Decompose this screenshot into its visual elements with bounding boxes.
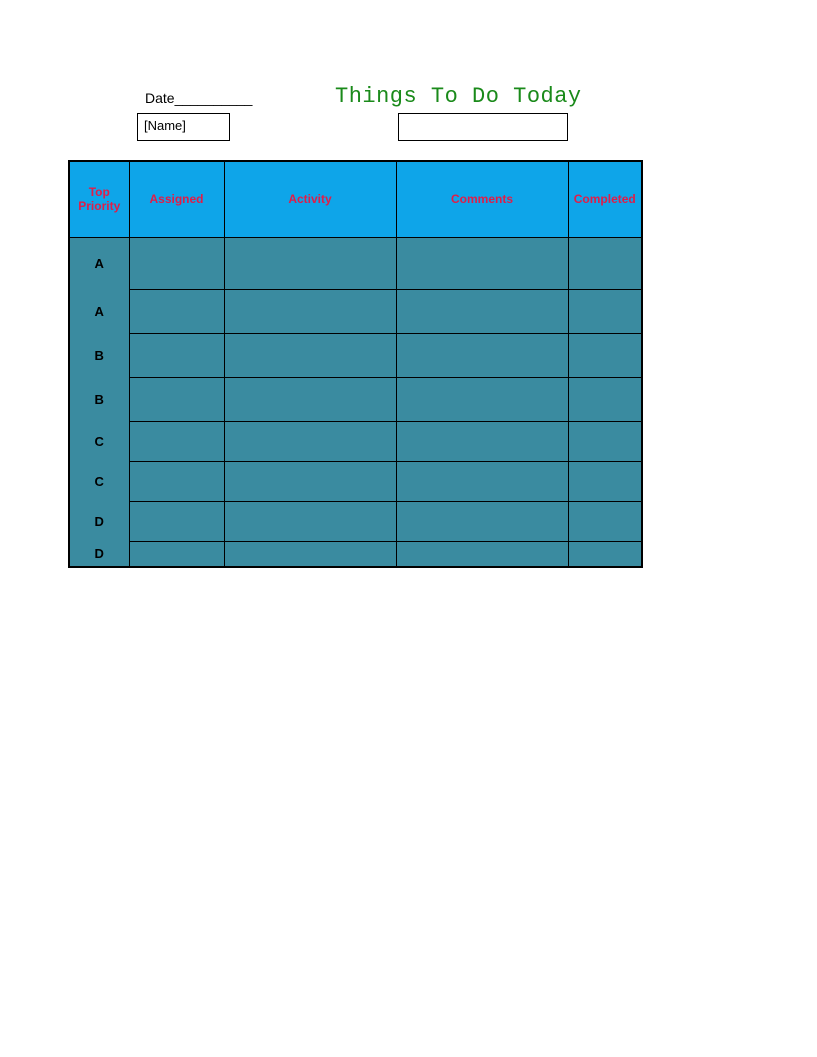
- assigned-cell[interactable]: [129, 461, 224, 501]
- activity-cell[interactable]: [224, 421, 396, 461]
- comments-cell[interactable]: [396, 421, 568, 461]
- assigned-cell[interactable]: [129, 541, 224, 567]
- empty-field[interactable]: [398, 113, 568, 141]
- assigned-cell[interactable]: [129, 237, 224, 289]
- priority-cell: D: [69, 501, 129, 541]
- activity-cell[interactable]: [224, 377, 396, 421]
- table-row: C: [69, 461, 642, 501]
- activity-cell[interactable]: [224, 333, 396, 377]
- assigned-cell[interactable]: [129, 501, 224, 541]
- priority-cell: B: [69, 333, 129, 377]
- assigned-cell[interactable]: [129, 421, 224, 461]
- col-header-completed: Completed: [568, 161, 642, 237]
- activity-cell[interactable]: [224, 289, 396, 333]
- priority-cell: B: [69, 377, 129, 421]
- col-header-activity: Activity: [224, 161, 396, 237]
- completed-cell[interactable]: [568, 421, 642, 461]
- table-row: A: [69, 237, 642, 289]
- table-row: D: [69, 501, 642, 541]
- priority-cell: D: [69, 541, 129, 567]
- activity-cell[interactable]: [224, 237, 396, 289]
- comments-cell[interactable]: [396, 541, 568, 567]
- todo-table: Top Priority Assigned Activity Comments …: [68, 160, 643, 568]
- table-header-row: Top Priority Assigned Activity Comments …: [69, 161, 642, 237]
- comments-cell[interactable]: [396, 289, 568, 333]
- completed-cell[interactable]: [568, 333, 642, 377]
- page-title: Things To Do Today: [335, 84, 582, 109]
- activity-cell[interactable]: [224, 461, 396, 501]
- completed-cell[interactable]: [568, 289, 642, 333]
- table-row: A: [69, 289, 642, 333]
- completed-cell[interactable]: [568, 377, 642, 421]
- assigned-cell[interactable]: [129, 333, 224, 377]
- comments-cell[interactable]: [396, 237, 568, 289]
- table-row: B: [69, 377, 642, 421]
- completed-cell[interactable]: [568, 501, 642, 541]
- activity-cell[interactable]: [224, 501, 396, 541]
- assigned-cell[interactable]: [129, 377, 224, 421]
- assigned-cell[interactable]: [129, 289, 224, 333]
- date-label: Date__________: [145, 90, 252, 106]
- comments-cell[interactable]: [396, 333, 568, 377]
- table-row: B: [69, 333, 642, 377]
- table-row: D: [69, 541, 642, 567]
- completed-cell[interactable]: [568, 461, 642, 501]
- priority-cell: A: [69, 289, 129, 333]
- col-header-priority: Top Priority: [69, 161, 129, 237]
- priority-cell: C: [69, 421, 129, 461]
- priority-cell: A: [69, 237, 129, 289]
- col-header-comments: Comments: [396, 161, 568, 237]
- comments-cell[interactable]: [396, 377, 568, 421]
- col-header-assigned: Assigned: [129, 161, 224, 237]
- comments-cell[interactable]: [396, 461, 568, 501]
- table-row: C: [69, 421, 642, 461]
- completed-cell[interactable]: [568, 541, 642, 567]
- name-field[interactable]: [Name]: [137, 113, 230, 141]
- priority-cell: C: [69, 461, 129, 501]
- comments-cell[interactable]: [396, 501, 568, 541]
- completed-cell[interactable]: [568, 237, 642, 289]
- activity-cell[interactable]: [224, 541, 396, 567]
